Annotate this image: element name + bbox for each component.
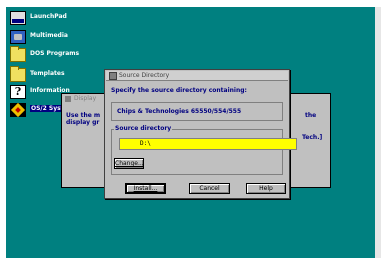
display-title: Display [74,95,97,102]
display-text-right-2: Tech.] [302,134,323,141]
change-button[interactable]: Change... [114,158,144,169]
chipset-label: Chips & Technologies 65550/554/555 [111,102,283,121]
desktop-icon-label: Templates [30,70,65,77]
display-text-line-1: Use the m [66,112,101,119]
launchpad-icon [10,11,26,25]
multimedia-icon [10,30,26,44]
cancel-button-label: Cancel [199,185,220,192]
install-button-label: Install... [133,185,158,192]
information-icon: ? [10,85,26,99]
display-text-right-1: the [305,112,317,119]
desktop-icon-label: LaunchPad [30,13,67,20]
os2-system-icon [10,103,26,117]
system-menu-icon[interactable] [109,72,117,80]
help-button[interactable]: Help [246,183,286,194]
source-directory-dialog: Source Directory Specify the source dire… [104,69,297,199]
source-titlebar[interactable]: Source Directory [106,71,288,81]
templates-icon [10,66,26,82]
desktop-icon-label: Multimedia [30,32,68,39]
system-menu-icon[interactable] [65,96,71,102]
help-button-label: Help [259,185,273,192]
display-text-line-2: display gr [66,119,100,126]
folder-icon [10,46,26,62]
source-dialog-title: Source Directory [119,72,170,79]
source-directory-label: Source directory [114,125,173,132]
install-button[interactable]: Install... [125,183,166,194]
source-directory-input[interactable] [119,138,297,150]
change-button-label: Change... [115,160,144,167]
desktop-icon-label: DOS Programs [30,50,80,57]
source-prompt: Specify the source directory containing: [111,87,247,94]
desktop: LaunchPad Multimedia DOS Programs Templa… [6,7,375,258]
cancel-button[interactable]: Cancel [189,183,230,194]
screen-edge [375,7,381,258]
